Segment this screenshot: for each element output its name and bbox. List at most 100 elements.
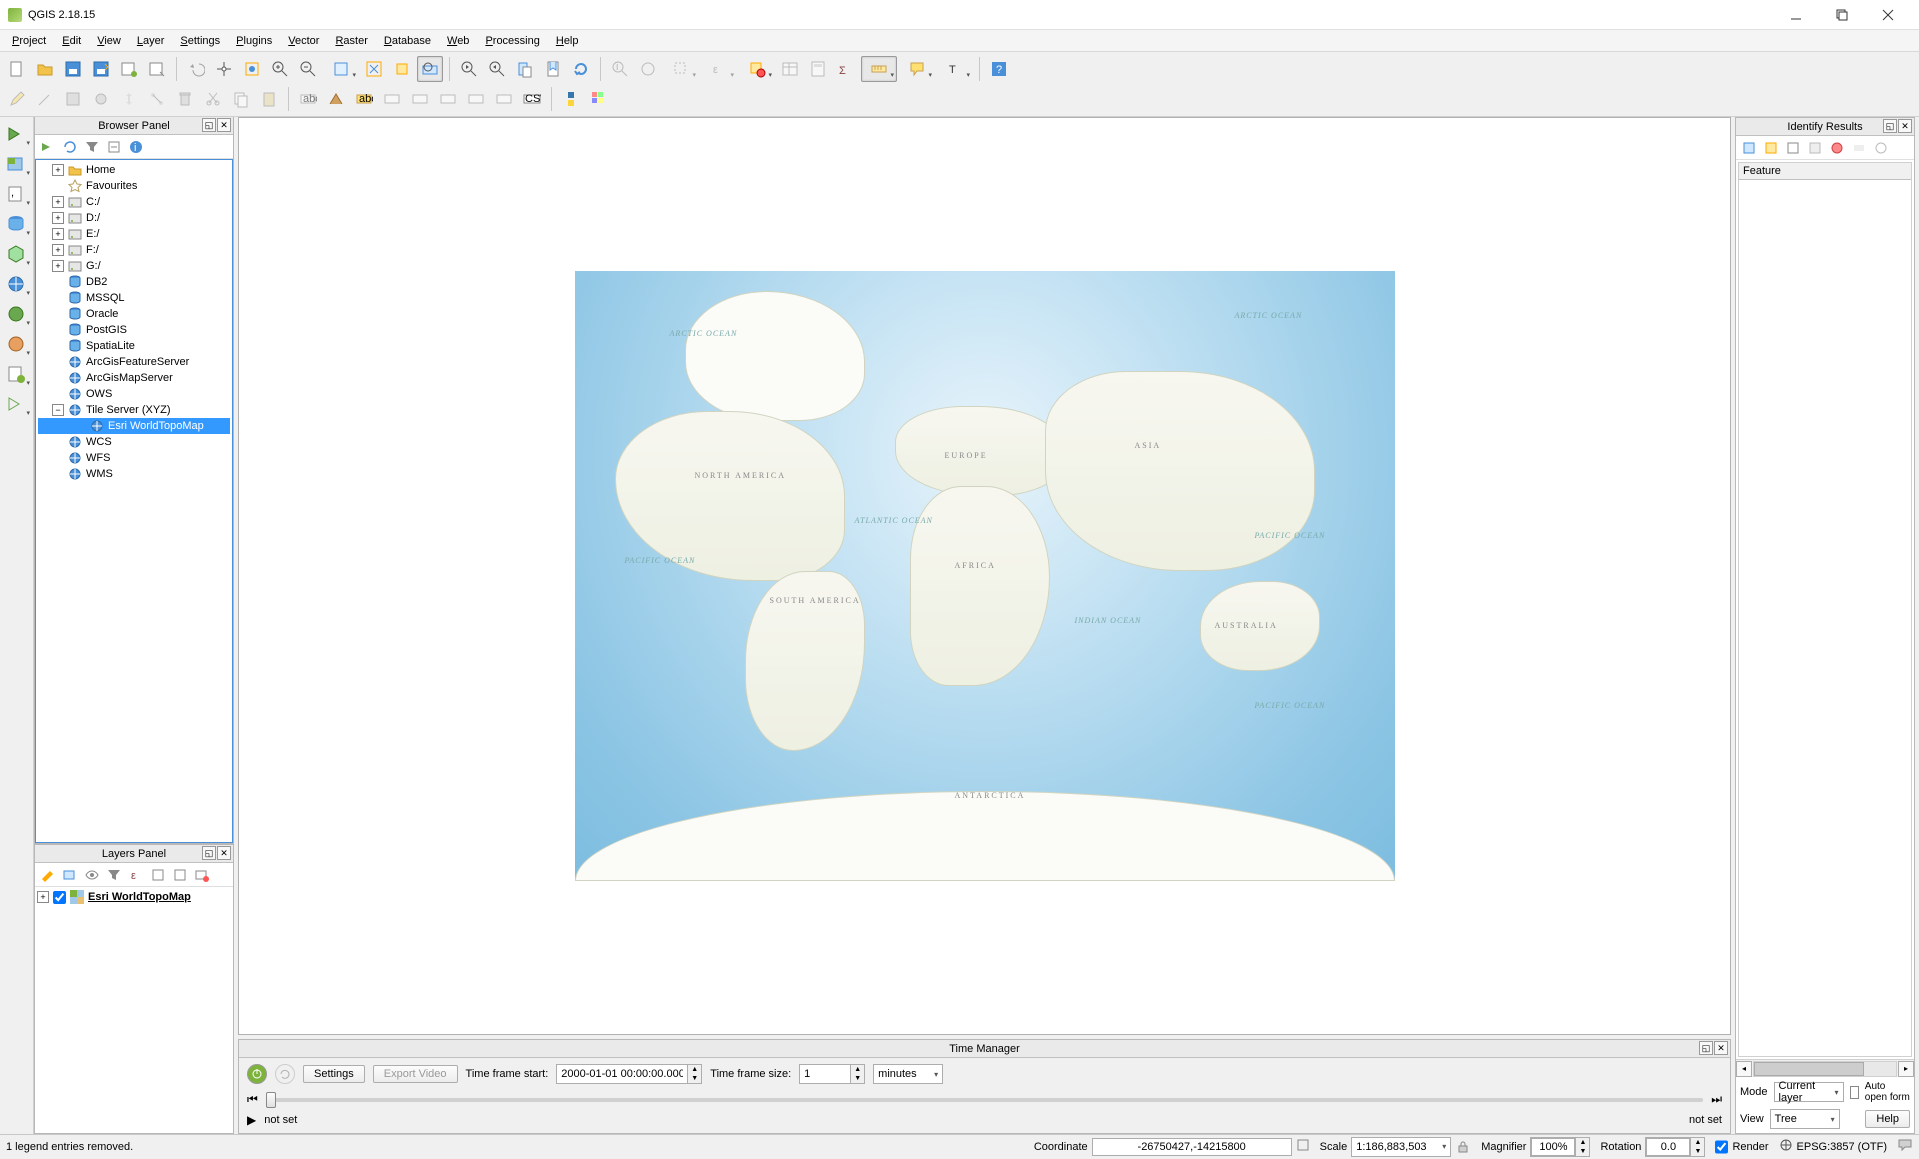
browser-refresh-icon[interactable] (61, 138, 79, 156)
tm-prev-icon[interactable]: ⏮ (247, 1092, 258, 1107)
save-as-icon[interactable] (88, 56, 114, 82)
expand-icon[interactable]: + (52, 228, 64, 240)
spin-down-icon[interactable]: ▼ (850, 1074, 864, 1083)
lock-icon[interactable] (1455, 1139, 1471, 1155)
expand-icon[interactable]: + (52, 212, 64, 224)
maximize-button[interactable] (1819, 0, 1865, 30)
layer-checkbox[interactable] (53, 891, 66, 904)
browser-item[interactable]: DB2 (38, 274, 230, 290)
browser-item[interactable]: +Home (38, 162, 230, 178)
add-feature-icon[interactable] (88, 86, 114, 112)
browser-item[interactable]: OWS (38, 386, 230, 402)
layer-item[interactable]: + Esri WorldTopoMap (37, 889, 231, 905)
expand-icon[interactable]: + (52, 196, 64, 208)
toggle-edit-icon[interactable] (4, 86, 30, 112)
layers-expression-icon[interactable]: ε (127, 866, 145, 884)
layers-undock-icon[interactable]: ◱ (202, 846, 216, 860)
attribute-table-icon[interactable] (777, 56, 803, 82)
menu-layer[interactable]: Layer (129, 33, 173, 49)
browser-item[interactable]: +E:/ (38, 226, 230, 242)
identify-view-combo[interactable]: Tree (1770, 1109, 1840, 1129)
ident-tb7-icon[interactable] (1872, 139, 1890, 157)
browser-item[interactable]: ArcGisFeatureServer (38, 354, 230, 370)
ident-tb6-icon[interactable] (1850, 139, 1868, 157)
add-spatialite-icon[interactable] (2, 241, 30, 267)
layers-close-icon[interactable]: ✕ (217, 846, 231, 860)
browser-properties-icon[interactable]: i (127, 138, 145, 156)
menu-web[interactable]: Web (439, 33, 477, 49)
identify-auto-open-checkbox[interactable] (1850, 1086, 1859, 1099)
spin-up-icon[interactable]: ▲ (1690, 1138, 1704, 1147)
spin-down-icon[interactable]: ▼ (1575, 1147, 1589, 1156)
pan-icon[interactable] (211, 56, 237, 82)
browser-item[interactable]: −Tile Server (XYZ) (38, 402, 230, 418)
measure-icon[interactable] (861, 56, 897, 82)
statistics-icon[interactable]: Σ (833, 56, 859, 82)
help-icon[interactable]: ? (986, 56, 1012, 82)
browser-item[interactable]: +G:/ (38, 258, 230, 274)
identify-results-table[interactable]: Feature (1738, 162, 1912, 1057)
undo-icon[interactable] (183, 56, 209, 82)
label-tool-1-icon[interactable]: abc (295, 86, 321, 112)
browser-item[interactable]: Esri WorldTopoMap (38, 418, 230, 434)
annotation-icon[interactable]: T (937, 56, 973, 82)
browser-item[interactable]: +D:/ (38, 210, 230, 226)
menu-view[interactable]: View (89, 33, 129, 49)
select-icon[interactable] (663, 56, 699, 82)
spin-up-icon[interactable]: ▲ (850, 1065, 864, 1074)
zoom-native-icon[interactable] (323, 56, 359, 82)
pan-to-selection-icon[interactable] (239, 56, 265, 82)
expand-icon[interactable]: + (52, 164, 64, 176)
browser-item[interactable]: PostGIS (38, 322, 230, 338)
tm-close-icon[interactable]: ✕ (1714, 1041, 1728, 1055)
menu-database[interactable]: Database (376, 33, 439, 49)
layers-expand-icon[interactable] (149, 866, 167, 884)
expand-icon[interactable]: − (52, 404, 64, 416)
tm-slider[interactable] (266, 1098, 1703, 1102)
label-tool-2-icon[interactable] (323, 86, 349, 112)
composer-manager-icon[interactable] (144, 56, 170, 82)
browser-item[interactable]: +F:/ (38, 242, 230, 258)
add-wfs-icon[interactable] (2, 331, 30, 357)
rotation-input[interactable] (1646, 1138, 1690, 1156)
scroll-right-icon[interactable]: ▸ (1898, 1061, 1914, 1077)
tm-power-icon[interactable] (247, 1064, 267, 1084)
deselect-icon[interactable] (739, 56, 775, 82)
menu-raster[interactable]: Raster (327, 33, 375, 49)
tm-next-icon[interactable]: ⏭ (1711, 1092, 1722, 1107)
browser-item[interactable]: ArcGisMapServer (38, 370, 230, 386)
new-project-icon[interactable] (4, 56, 30, 82)
browser-filter-icon[interactable] (83, 138, 101, 156)
paste-icon[interactable] (256, 86, 282, 112)
browser-item[interactable]: Oracle (38, 306, 230, 322)
ident-tb2-icon[interactable] (1762, 139, 1780, 157)
menu-settings[interactable]: Settings (172, 33, 228, 49)
browser-tree[interactable]: +HomeFavourites+C:/+D:/+E:/+F:/+G:/DB2MS… (38, 162, 230, 482)
scale-combo[interactable]: 1:186,883,503 (1351, 1137, 1451, 1157)
tm-play-icon[interactable]: ▶ (247, 1113, 256, 1127)
tm-undock-icon[interactable]: ◱ (1699, 1041, 1713, 1055)
label-tool-6-icon[interactable] (435, 86, 461, 112)
identify-feature-icon[interactable] (635, 56, 661, 82)
identify-hscroll[interactable]: ◂ ▸ (1736, 1059, 1914, 1077)
add-delimited-icon[interactable]: , (2, 181, 30, 207)
ident-tb5-icon[interactable] (1828, 139, 1846, 157)
tm-export-button[interactable]: Export Video (373, 1065, 458, 1083)
expand-icon[interactable]: + (37, 891, 49, 903)
field-calc-icon[interactable] (805, 56, 831, 82)
grid-icon[interactable] (586, 86, 612, 112)
layers-tree[interactable]: + Esri WorldTopoMap (37, 889, 231, 905)
tm-settings-button[interactable]: Settings (303, 1065, 365, 1083)
crs-icon[interactable] (1779, 1138, 1793, 1155)
scroll-left-icon[interactable]: ◂ (1736, 1061, 1752, 1077)
spin-down-icon[interactable]: ▼ (1690, 1147, 1704, 1156)
zoom-full-icon[interactable] (361, 56, 387, 82)
delete-icon[interactable] (172, 86, 198, 112)
spin-up-icon[interactable]: ▲ (687, 1065, 701, 1074)
coordinate-input[interactable] (1092, 1138, 1292, 1156)
menu-processing[interactable]: Processing (477, 33, 547, 49)
extents-icon[interactable] (1296, 1138, 1310, 1155)
zoom-layer-icon[interactable] (417, 56, 443, 82)
identify-undock-icon[interactable]: ◱ (1883, 119, 1897, 133)
ident-tb4-icon[interactable] (1806, 139, 1824, 157)
